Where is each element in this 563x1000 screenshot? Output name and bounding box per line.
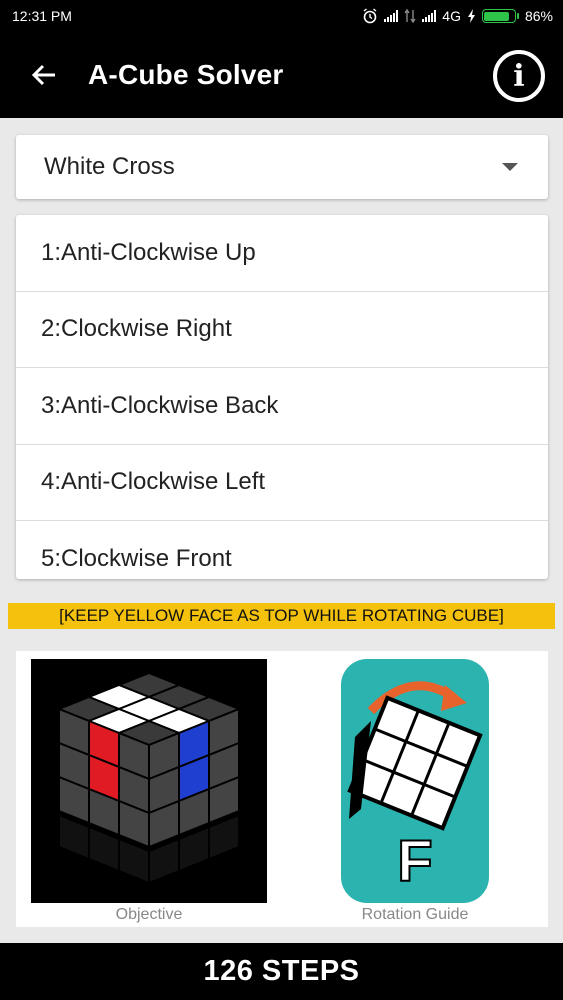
status-icons: 4G 86% bbox=[362, 8, 553, 24]
signal-icon bbox=[422, 10, 437, 22]
steps-count: 126 STEPS bbox=[203, 955, 360, 987]
status-time: 12:31 PM bbox=[12, 8, 72, 24]
step-label: 3:Anti-Clockwise Back bbox=[41, 391, 279, 419]
steps-list[interactable]: 1:Anti-Clockwise Up 2:Clockwise Right 3:… bbox=[16, 215, 548, 579]
list-item[interactable]: 5:Clockwise Front bbox=[16, 521, 548, 579]
back-button[interactable] bbox=[0, 32, 88, 118]
rotation-letter: F bbox=[397, 829, 432, 894]
battery-icon bbox=[481, 9, 519, 23]
list-item[interactable]: 2:Clockwise Right bbox=[16, 292, 548, 368]
banner-text: [KEEP YELLOW FACE AS TOP WHILE ROTATING … bbox=[59, 606, 504, 625]
alarm-icon bbox=[363, 8, 377, 24]
app-title: A-Cube Solver bbox=[88, 59, 284, 90]
app-bar: A-Cube Solver i bbox=[0, 32, 563, 118]
objective-caption: Objective bbox=[115, 906, 183, 923]
data-transfer-icon bbox=[404, 9, 416, 23]
network-type: 4G bbox=[442, 8, 461, 24]
step-label: 4:Anti-Clockwise Left bbox=[41, 468, 266, 496]
arrow-left-icon bbox=[31, 64, 55, 86]
battery-percent: 86% bbox=[524, 8, 553, 24]
list-item[interactable]: 3:Anti-Clockwise Back bbox=[16, 368, 548, 445]
stage-selected-value: White Cross bbox=[44, 153, 175, 180]
info-button[interactable]: i bbox=[493, 50, 545, 102]
step-label: 5:Clockwise Front bbox=[41, 544, 232, 572]
objective-cube-image bbox=[31, 659, 267, 903]
signal-icon bbox=[384, 10, 399, 22]
charging-icon bbox=[467, 9, 475, 23]
rotation-guide-caption: Rotation Guide bbox=[361, 906, 469, 923]
stage-dropdown[interactable]: White Cross bbox=[16, 135, 548, 199]
chevron-down-icon bbox=[502, 163, 518, 171]
images-card: F Objective Rotation Guide bbox=[16, 651, 548, 927]
step-label: 2:Clockwise Right bbox=[41, 315, 232, 343]
list-item[interactable]: 1:Anti-Clockwise Up bbox=[16, 215, 548, 292]
list-item[interactable]: 4:Anti-Clockwise Left bbox=[16, 445, 548, 521]
status-bar: 12:31 PM 4G 86% bbox=[0, 0, 563, 32]
rotation-guide-image: F bbox=[341, 659, 489, 903]
instruction-banner: [KEEP YELLOW FACE AS TOP WHILE ROTATING … bbox=[8, 603, 555, 629]
info-icon: i bbox=[513, 58, 525, 94]
battery-fill bbox=[484, 11, 510, 21]
step-label: 1:Anti-Clockwise Up bbox=[41, 238, 256, 266]
steps-count-bar: 126 STEPS bbox=[0, 943, 563, 1000]
